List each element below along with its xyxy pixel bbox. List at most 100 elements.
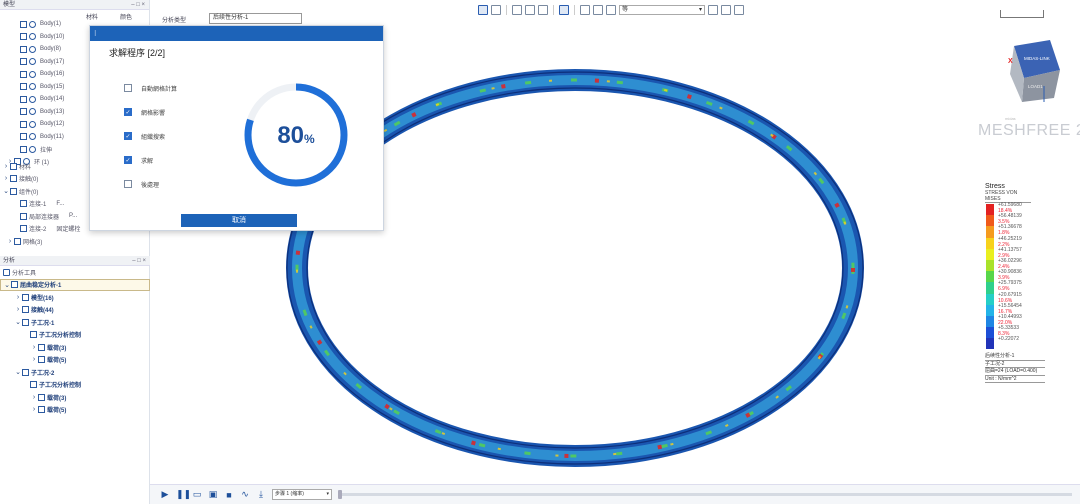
iso-view-button[interactable] — [606, 5, 616, 15]
checkbox-icon[interactable] — [10, 162, 17, 170]
chevron-right-icon[interactable]: › — [2, 175, 10, 182]
visibility-icon[interactable] — [29, 120, 36, 128]
analysis-tree-row[interactable]: 子工况分析控制 — [0, 379, 150, 392]
chevron-right-icon[interactable]: › — [30, 356, 38, 363]
timeline-slider[interactable] — [338, 490, 1072, 499]
step-checkbox[interactable] — [124, 84, 132, 92]
play-icon[interactable]: ▶ — [160, 489, 170, 500]
cube-top-label: MIDAS-LINK — [1024, 56, 1050, 61]
checkbox-icon[interactable] — [20, 70, 27, 78]
model-tree-row[interactable]: › 网格(3) — [0, 235, 150, 248]
legend-swatch — [986, 226, 994, 238]
visibility-icon[interactable] — [29, 33, 36, 41]
select-view-button[interactable] — [559, 5, 569, 15]
checkbox-icon[interactable] — [20, 95, 27, 103]
chevron-right-icon[interactable]: › — [2, 163, 10, 170]
checkbox-icon[interactable] — [20, 212, 27, 220]
checkbox-icon[interactable] — [20, 33, 27, 41]
grid-view-button[interactable] — [525, 5, 535, 15]
view-mode-button[interactable] — [478, 5, 488, 15]
checkbox-icon[interactable] — [10, 187, 17, 195]
analysis-tool-row[interactable]: 分析工具 — [0, 266, 150, 279]
analysis-tree-row[interactable]: › 载荷(5) — [0, 404, 150, 417]
mesh-view-button[interactable] — [512, 5, 522, 15]
item-icon — [11, 281, 18, 289]
chevron-right-icon[interactable]: › — [30, 344, 38, 351]
step-checkbox[interactable]: ✓ — [124, 156, 132, 164]
analysis-tree-row[interactable]: ⌄ 屈曲稳定分析-1 — [0, 278, 150, 291]
chevron-right-icon[interactable]: › — [6, 238, 14, 245]
checkbox-icon[interactable] — [20, 58, 27, 66]
step-select[interactable]: 步骤 1 (缩率) ▾ — [272, 489, 332, 500]
visibility-icon[interactable] — [29, 133, 36, 141]
checkbox-icon[interactable] — [20, 45, 27, 53]
pause-icon[interactable]: ❚❚ — [176, 489, 191, 500]
chevron-right-icon[interactable]: › — [14, 306, 22, 313]
timeline-knob[interactable] — [338, 490, 342, 499]
analysis-tree-row[interactable]: › 模型(16) — [0, 291, 150, 304]
visibility-icon[interactable] — [29, 108, 36, 116]
save-icon[interactable]: ▭ — [192, 489, 202, 500]
analysis-tree-row[interactable]: › 载荷(3) — [0, 391, 150, 404]
visibility-icon[interactable] — [29, 95, 36, 103]
checkbox-icon[interactable] — [20, 108, 27, 116]
step-checkbox[interactable] — [124, 180, 132, 188]
checkbox-icon[interactable] — [20, 120, 27, 128]
chevron-right-icon[interactable]: › — [30, 394, 38, 401]
analysis-tree-row[interactable]: › 载荷(5) — [0, 354, 150, 367]
paste-view-button[interactable] — [721, 5, 731, 15]
reset-view-button[interactable] — [734, 5, 744, 15]
legend-swatch — [986, 293, 994, 305]
chevron-down-icon[interactable]: ⌄ — [14, 368, 22, 376]
dialog-titlebar[interactable]: ⁝ — [90, 26, 383, 41]
step-label: 網格影響 — [141, 110, 166, 117]
view-select[interactable]: 等 ▾ — [619, 5, 705, 15]
analysis-tree-row[interactable]: › 载荷(3) — [0, 341, 150, 354]
visibility-icon[interactable] — [29, 70, 36, 78]
checkbox-icon[interactable] — [20, 20, 27, 28]
front-view-button[interactable] — [580, 5, 590, 15]
cube-side-label: LOAD1 — [1028, 84, 1043, 89]
chevron-down-icon[interactable]: ⌄ — [14, 318, 22, 326]
visibility-icon[interactable] — [29, 45, 36, 53]
checkbox-icon[interactable] — [14, 237, 21, 245]
panel-window-controls[interactable]: – □ × — [132, 256, 146, 266]
wave-icon[interactable]: ∿ — [240, 489, 250, 500]
visibility-icon[interactable] — [29, 83, 36, 91]
visibility-icon[interactable] — [29, 58, 36, 66]
analysis-type-field[interactable]: 后续性分析-1 — [209, 13, 302, 24]
cancel-button[interactable]: 取消 — [181, 214, 297, 227]
toolbar-divider — [553, 5, 554, 15]
export-icon[interactable]: ▣ — [208, 489, 218, 500]
step-checkbox[interactable]: ✓ — [124, 132, 132, 140]
chevron-down-icon[interactable]: ⌄ — [3, 281, 11, 289]
item-icon — [38, 406, 45, 414]
checkbox-icon[interactable] — [20, 225, 27, 233]
checkbox-icon[interactable] — [20, 83, 27, 91]
step-label: 組織搜索 — [141, 134, 166, 141]
view-mode-2-button[interactable] — [491, 5, 501, 15]
analysis-tree-row[interactable]: ⌄ 子工况-2 — [0, 366, 150, 379]
view-cube[interactable]: MIDAS-LINK LOAD1 X — [1000, 36, 1062, 106]
visibility-icon[interactable] — [29, 20, 36, 28]
visibility-icon[interactable] — [29, 145, 36, 153]
record-icon[interactable]: ■ — [224, 490, 234, 500]
chevron-right-icon[interactable]: › — [14, 294, 22, 301]
panel-window-controls[interactable]: – □ × — [131, 0, 145, 10]
analysis-tree-row[interactable]: 子工况分析控制 — [0, 329, 150, 342]
item-icon — [22, 368, 29, 376]
side-view-button[interactable] — [593, 5, 603, 15]
checkbox-icon[interactable] — [20, 145, 27, 153]
analysis-tree-row[interactable]: ⌄ 子工况-1 — [0, 316, 150, 329]
checkbox-icon[interactable] — [20, 200, 27, 208]
analysis-item-label: 载荷(5) — [47, 358, 67, 365]
download-icon[interactable]: ⤓ — [256, 489, 266, 500]
checkbox-icon[interactable] — [10, 175, 17, 183]
analysis-tree-row[interactable]: › 接触(44) — [0, 304, 150, 317]
chevron-right-icon[interactable]: › — [30, 406, 38, 413]
chevron-down-icon[interactable]: ⌄ — [2, 187, 10, 195]
shade-view-button[interactable] — [538, 5, 548, 15]
copy-view-button[interactable] — [708, 5, 718, 15]
step-checkbox[interactable]: ✓ — [124, 108, 132, 116]
checkbox-icon[interactable] — [20, 133, 27, 141]
